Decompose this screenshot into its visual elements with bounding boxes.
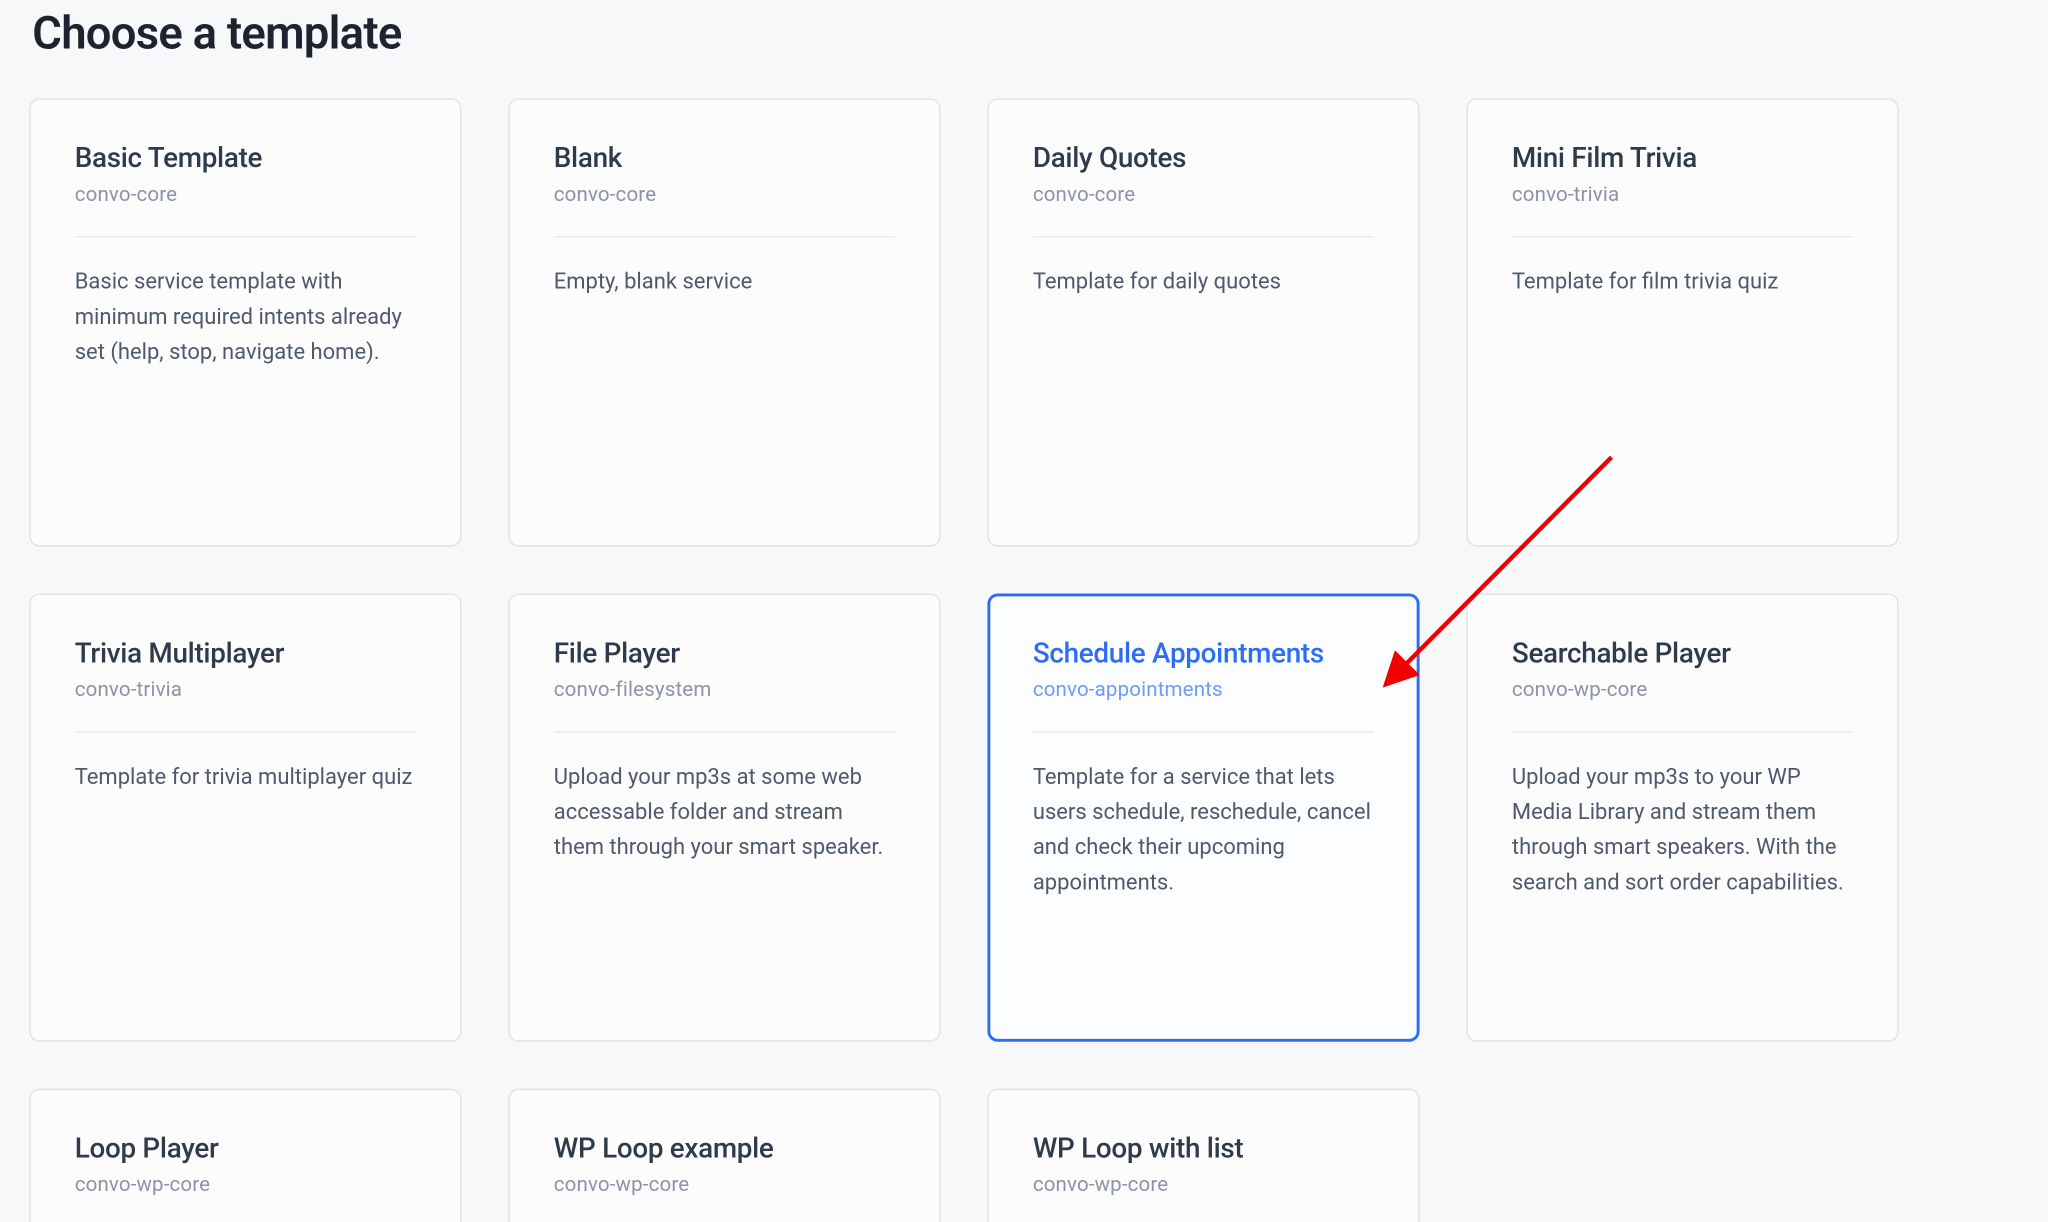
template-description: Template for film trivia quiz [1512,264,1853,299]
template-card-searchable-player[interactable]: Searchable Player convo-wp-core Upload y… [1466,593,1898,1041]
template-title: Mini Film Trivia [1512,141,1853,175]
template-title: Schedule Appointments [1033,636,1374,670]
template-title: Blank [554,141,895,175]
template-card-wp-loop-with-list[interactable]: WP Loop with list convo-wp-core Example … [987,1089,1419,1222]
template-card-blank[interactable]: Blank convo-core Empty, blank service [508,98,940,546]
template-subtitle: convo-wp-core [1033,1174,1374,1197]
template-subtitle: convo-filesystem [554,678,895,701]
divider [554,236,895,237]
template-card-loop-player[interactable]: Loop Player convo-wp-core Dead simple mu… [29,1089,461,1222]
template-card-wp-loop-example[interactable]: WP Loop example convo-wp-core Example se… [508,1089,940,1222]
template-title: Basic Template [75,141,416,175]
template-card-file-player[interactable]: File Player convo-filesystem Upload your… [508,593,940,1041]
template-description: Template for daily quotes [1033,264,1374,299]
template-card-basic-template[interactable]: Basic Template convo-core Basic service … [29,98,461,546]
template-subtitle: convo-core [1033,183,1374,206]
template-card-schedule-appointments[interactable]: Schedule Appointments convo-appointments… [987,593,1419,1041]
divider [1033,236,1374,237]
divider [75,236,416,237]
template-title: File Player [554,636,895,670]
template-title: Trivia Multiplayer [75,636,416,670]
template-description: Template for a service that lets users s… [1033,759,1374,900]
template-card-mini-film-trivia[interactable]: Mini Film Trivia convo-trivia Template f… [1466,98,1898,546]
divider [1512,236,1853,237]
page-title: Choose a template [32,6,2019,60]
template-title: Searchable Player [1512,636,1853,670]
template-subtitle: convo-trivia [75,678,416,701]
divider [1512,731,1853,732]
template-description: Upload your mp3s to your WP Media Librar… [1512,759,1853,900]
template-title: Loop Player [75,1131,416,1165]
template-subtitle: convo-wp-core [554,1174,895,1197]
divider [554,731,895,732]
template-subtitle: convo-core [75,183,416,206]
template-title: Daily Quotes [1033,141,1374,175]
template-subtitle: convo-appointments [1033,678,1374,701]
divider [1033,731,1374,732]
template-grid: Basic Template convo-core Basic service … [29,98,2018,1222]
divider [75,731,416,732]
template-description: Template for trivia multiplayer quiz [75,759,416,794]
template-subtitle: convo-wp-core [1512,678,1853,701]
template-title: WP Loop with list [1033,1131,1374,1165]
template-subtitle: convo-core [554,183,895,206]
template-subtitle: convo-trivia [1512,183,1853,206]
template-description: Basic service template with minimum requ… [75,264,416,369]
template-subtitle: convo-wp-core [75,1174,416,1197]
template-description: Upload your mp3s at some web accessable … [554,759,895,864]
template-card-daily-quotes[interactable]: Daily Quotes convo-core Template for dai… [987,98,1419,546]
template-description: Empty, blank service [554,264,895,299]
template-title: WP Loop example [554,1131,895,1165]
template-card-trivia-multiplayer[interactable]: Trivia Multiplayer convo-trivia Template… [29,593,461,1041]
